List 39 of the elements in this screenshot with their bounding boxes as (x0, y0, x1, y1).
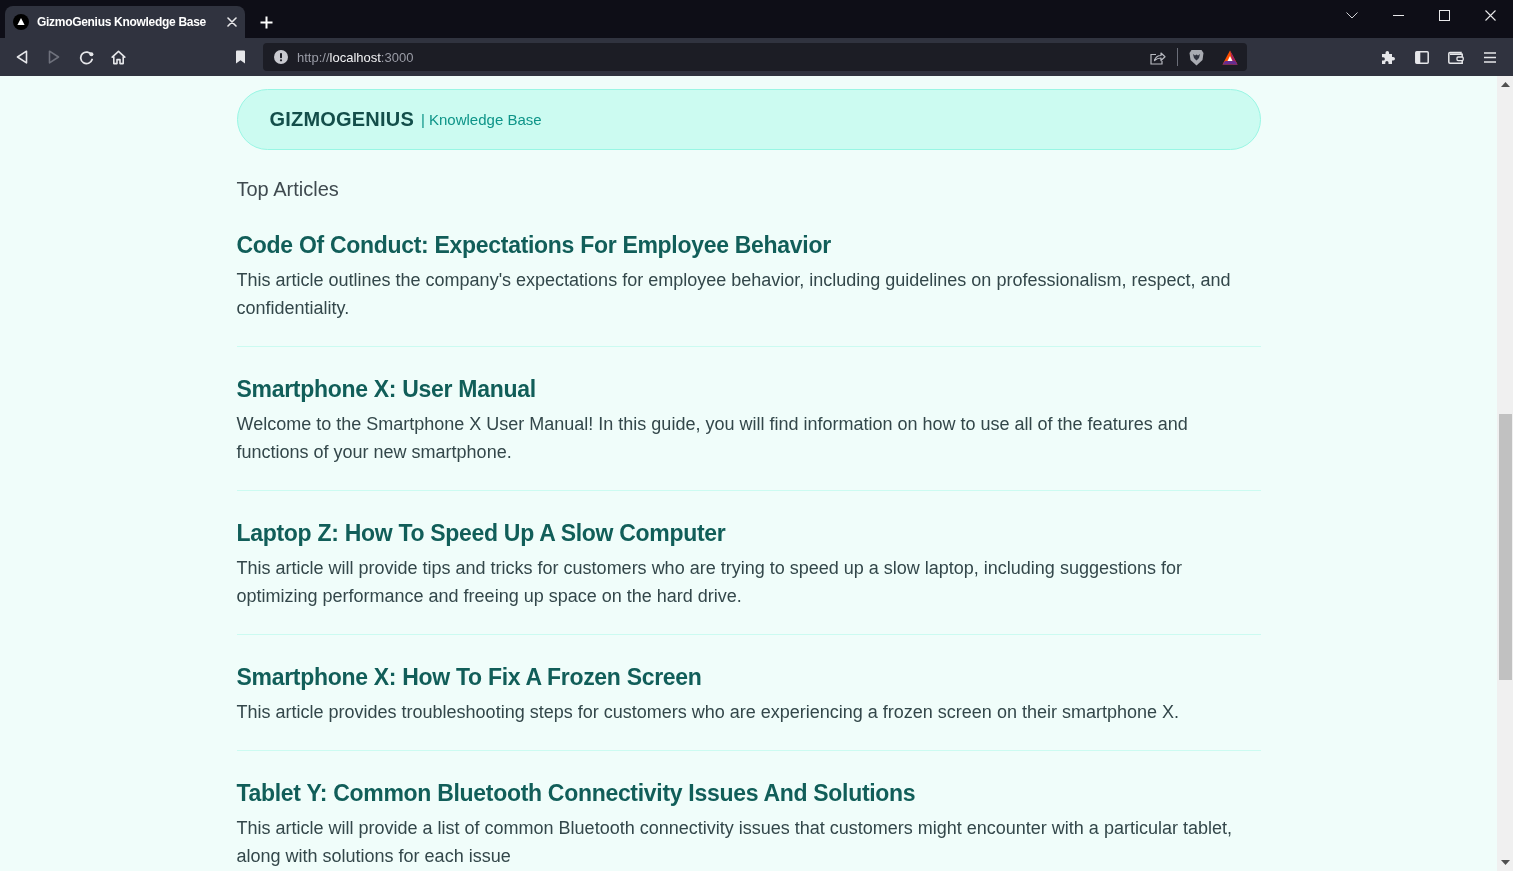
article-summary: This article will provide tips and tricks for customers who are trying to speed up a slow laptop, including suggestions for optimizing performance and freeing up space on the hard drive. (236, 557, 1183, 608)
tab-title: GizmoGenius Knowledge Base (37, 15, 207, 29)
scroll-up-icon[interactable] (1500, 82, 1510, 87)
back-icon[interactable] (16, 50, 28, 64)
plus-icon[interactable] (259, 15, 273, 29)
info-icon[interactable] (274, 50, 288, 64)
home-icon[interactable] (110, 49, 126, 65)
article-title-link[interactable]: Laptop Z: How To Speed Up A Slow Computer (236, 517, 726, 549)
article-summary: This article provides troubleshooting steps for customers who are experiencing a frozen screen on their smartphone X. (236, 701, 1180, 724)
header-subtitle: | Knowledge Base (420, 111, 542, 128)
brand-name[interactable]: GIZMOGENIUS (269, 108, 414, 131)
sidebar-icon[interactable] (1415, 50, 1429, 64)
article-title-link[interactable]: Smartphone X: How To Fix A Frozen Screen (236, 661, 702, 693)
browser-tab[interactable]: GizmoGenius Knowledge Base (5, 6, 245, 38)
triangle-logo-icon (13, 14, 29, 30)
section-title: Top Articles (236, 177, 339, 202)
lion-shield-icon[interactable] (1189, 48, 1204, 66)
article-title-link[interactable]: Tablet Y: Common Bluetooth Connectivity Issues And Solutions (236, 777, 916, 809)
article-title-link[interactable]: Smartphone X: User Manual (236, 373, 536, 405)
address-bar[interactable]: http://localhost:3000 (263, 43, 1247, 71)
triangle-token-icon[interactable] (1222, 49, 1238, 65)
scroll-down-icon[interactable] (1500, 860, 1510, 865)
menu-icon[interactable] (1484, 51, 1496, 63)
article-title-link[interactable]: Code Of Conduct: Expectations For Employee Behavior (236, 229, 831, 261)
minimize-icon[interactable] (1392, 14, 1404, 16)
article-summary: Welcome to the Smartphone X User Manual! In this guide, you will find information on how to use all of the features and functions of your new smartphone. (236, 413, 1189, 464)
reload-icon[interactable] (78, 49, 94, 65)
maximize-icon[interactable] (1438, 9, 1450, 21)
scrollbar-thumb[interactable] (1498, 414, 1512, 680)
article-summary: This article will provide a list of common Bluetooth connectivity issues that customers might encounter with a particular tablet, along with solutions for each issue (236, 817, 1233, 868)
close-icon[interactable] (1484, 9, 1496, 21)
article-summary: This article outlines the company's expectations for employee behavior, including guidelines on professionalism, respect, and confidentiality. (236, 269, 1232, 320)
scrollbar-track[interactable] (1497, 76, 1513, 871)
chevron-down-icon[interactable] (1346, 11, 1358, 19)
wallet-icon[interactable] (1448, 50, 1464, 64)
bookmark-icon[interactable] (234, 50, 246, 64)
url-text: http://localhost:3000 (297, 49, 414, 65)
puzzle-icon[interactable] (1380, 49, 1396, 65)
close-icon[interactable] (227, 17, 237, 27)
